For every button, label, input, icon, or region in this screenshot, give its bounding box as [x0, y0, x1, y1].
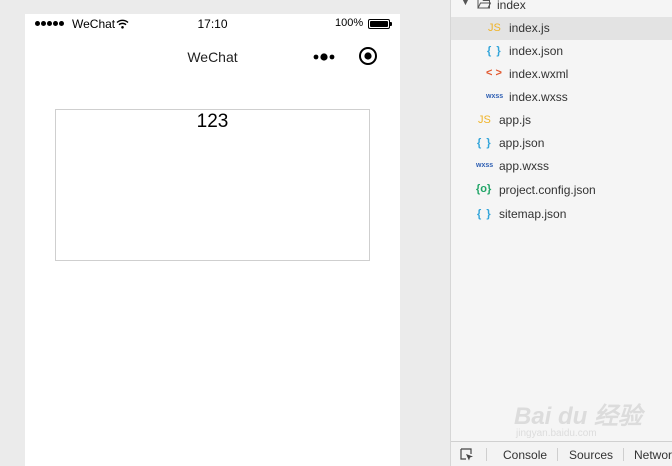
battery-icon [368, 19, 392, 29]
tree-item-sitemap-json[interactable]: { } sitemap.json [451, 203, 672, 226]
devtools-tab-bar: Console Sources Network [451, 441, 672, 466]
tab-network[interactable]: Network [634, 448, 672, 462]
inspect-element-icon[interactable] [460, 448, 474, 462]
tree-item-label: project.config.json [499, 183, 596, 197]
tree-item-label: index.js [509, 21, 550, 35]
tree-item-label: app.json [499, 136, 545, 150]
tree-item-app-json[interactable]: { } app.json [451, 132, 672, 155]
status-bar: WeChat 17:10 100% [25, 14, 400, 34]
tree-folder-index[interactable]: ▼ index [451, 0, 672, 17]
tree-item-index-json[interactable]: { } index.json [451, 40, 672, 63]
content-view: 123 [55, 109, 370, 261]
tree-item-project-config[interactable]: {o} project.config.json [451, 179, 672, 202]
wxml-file-icon: < > [486, 67, 502, 79]
nav-title: WeChat [187, 49, 238, 65]
json-file-icon: { } [477, 208, 492, 220]
watermark-url: jingyan.baidu.com [516, 428, 597, 439]
wxss-file-icon: wxss [476, 162, 494, 169]
config-file-icon: {o} [476, 183, 492, 195]
tree-item-index-js[interactable]: JS index.js [451, 17, 672, 40]
folder-label: index [497, 0, 526, 12]
tree-item-label: index.json [509, 44, 564, 58]
nav-bar: WeChat [25, 40, 400, 74]
tree-item-label: app.js [499, 113, 532, 127]
tree-item-index-wxml[interactable]: < > index.wxml [451, 63, 672, 86]
wxss-file-icon: wxss [486, 93, 504, 100]
json-file-icon: { } [477, 137, 492, 149]
simulator-phone: WeChat 17:10 100% WeChat 123 [25, 14, 400, 466]
battery-percent: 100% [335, 17, 364, 29]
tree-item-label: sitemap.json [499, 207, 567, 221]
tree-item-label: index.wxml [509, 67, 569, 81]
close-capsule-icon[interactable] [358, 46, 378, 66]
json-file-icon: { } [487, 45, 502, 57]
js-file-icon: JS [488, 22, 501, 34]
tree-item-app-wxss[interactable]: wxss app.wxss [451, 155, 672, 178]
watermark-brand: Bai du 经验 [514, 403, 643, 430]
tree-item-label: app.wxss [499, 159, 550, 173]
tab-separator [486, 448, 487, 461]
tab-sources[interactable]: Sources [569, 448, 613, 462]
tree-item-label: index.wxss [509, 90, 568, 104]
folder-open-icon [477, 0, 491, 9]
tree-item-index-wxss[interactable]: wxss index.wxss [451, 86, 672, 109]
file-tree-panel: ▼ index JS index.js { } index.json < > i… [451, 0, 672, 441]
tree-item-app-js[interactable]: JS app.js [451, 109, 672, 132]
tab-separator [623, 448, 624, 461]
baidu-jingyan-watermark: Bai du 经验 jingyan.baidu.com [514, 396, 642, 444]
caret-down-icon: ▼ [461, 0, 470, 7]
battery-level-fill [370, 21, 388, 27]
content-text: 123 [196, 111, 229, 132]
js-file-icon: JS [478, 114, 491, 126]
tab-separator [557, 448, 558, 461]
tab-console[interactable]: Console [503, 448, 547, 462]
more-menu-icon[interactable] [311, 49, 339, 65]
